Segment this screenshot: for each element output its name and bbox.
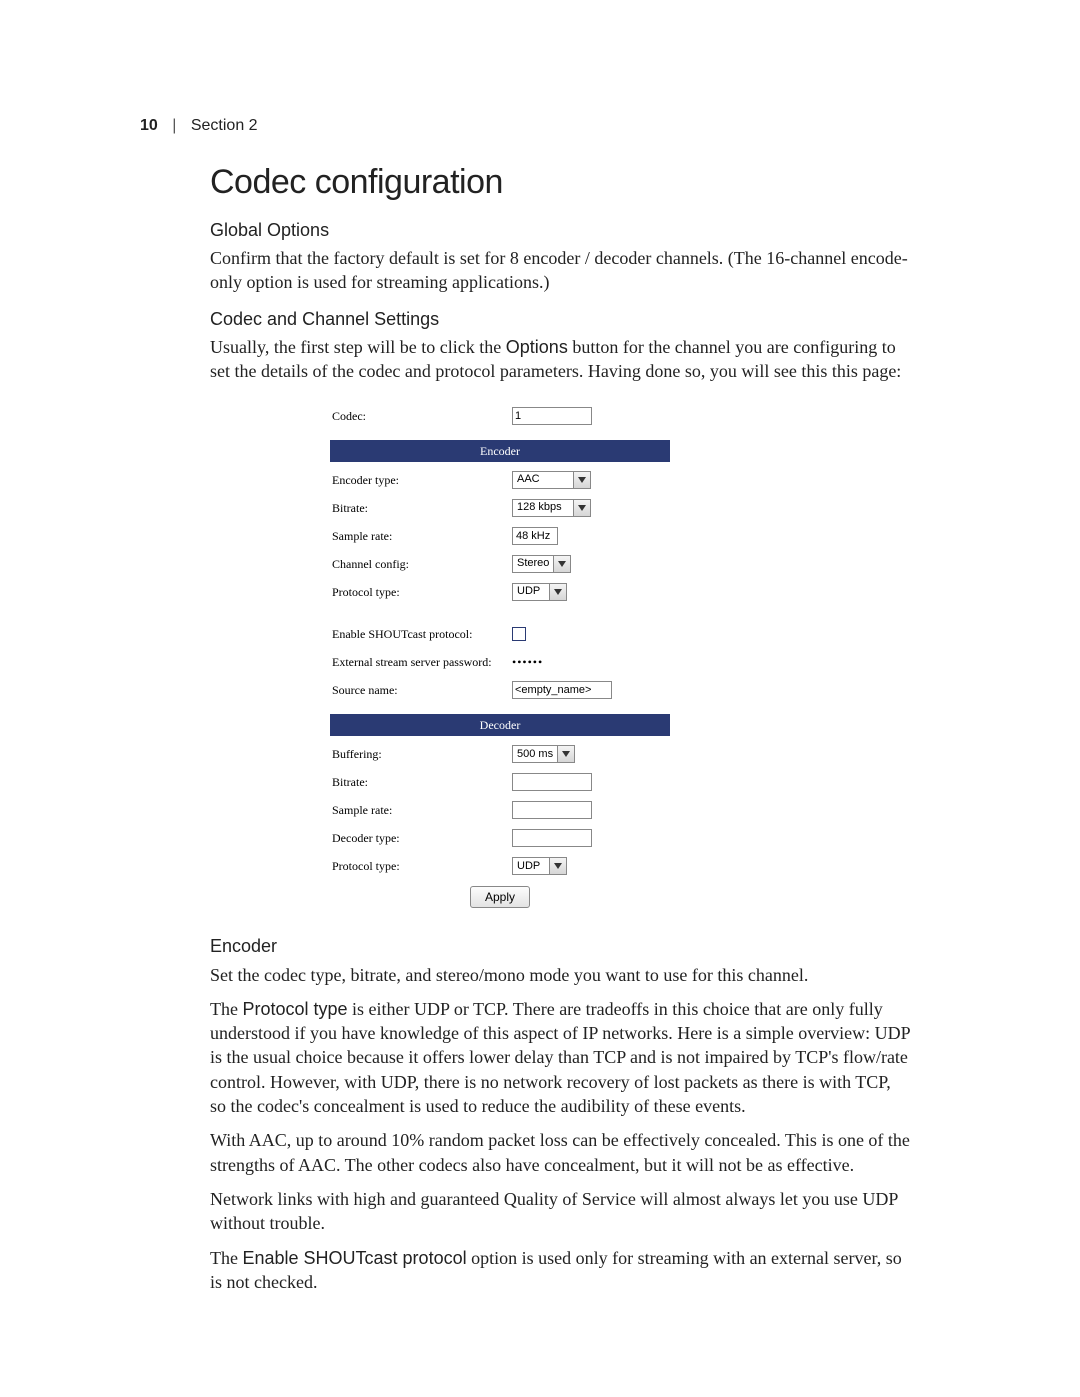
row-encoder-type: Encoder type: AAC — [330, 466, 670, 494]
label-decoder-samplerate: Sample rate: — [332, 802, 512, 818]
decoder-section-header: Decoder — [330, 714, 670, 736]
label-encoder-bitrate: Bitrate: — [332, 500, 512, 516]
chevron-down-icon — [557, 746, 574, 762]
chevron-down-icon — [549, 858, 566, 874]
codec-options-form: Codec: Encoder Encoder type: AAC Bitrate… — [330, 402, 670, 911]
content-body: Codec configuration Global Options Confi… — [210, 160, 910, 1294]
heading-codec-channel: Codec and Channel Settings — [210, 307, 910, 331]
heading-encoder: Encoder — [210, 934, 910, 958]
page-header: 10 | Section 2 — [140, 115, 258, 137]
page-number: 10 — [140, 117, 158, 134]
text: The — [210, 999, 242, 1019]
para-encoder-5: The Enable SHOUTcast protocol option is … — [210, 1246, 910, 1295]
label-decoder-protocol: Protocol type: — [332, 858, 512, 874]
para-encoder-2: The Protocol type is either UDP or TCP. … — [210, 997, 910, 1118]
para-codec-channel: Usually, the first step will be to click… — [210, 335, 910, 384]
label-source-name: Source name: — [332, 682, 512, 698]
protocol-type-ref: Protocol type — [242, 999, 347, 1019]
row-source-name: Source name: — [330, 676, 670, 704]
decoder-buffering-value: 500 ms — [513, 747, 557, 762]
row-shoutcast: Enable SHOUTcast protocol: — [330, 620, 670, 648]
channel-config-select[interactable]: Stereo — [512, 555, 571, 573]
row-decoder-protocol: Protocol type: UDP — [330, 852, 670, 880]
text: Usually, the first step will be to click… — [210, 337, 506, 357]
chevron-down-icon — [553, 556, 570, 572]
row-decoder-bitrate: Bitrate: — [330, 768, 670, 796]
label-decoder-type: Decoder type: — [332, 830, 512, 846]
label-shoutcast: Enable SHOUTcast protocol: — [332, 626, 512, 642]
encoder-protocol-select[interactable]: UDP — [512, 583, 567, 601]
ext-password-value: •••••• — [512, 654, 543, 670]
para-encoder-4: Network links with high and guaranteed Q… — [210, 1187, 910, 1236]
encoder-protocol-value: UDP — [513, 584, 549, 599]
label-codec: Codec: — [332, 408, 512, 424]
options-button-ref: Options — [506, 337, 568, 357]
row-encoder-protocol: Protocol type: UDP — [330, 578, 670, 606]
row-channel-config: Channel config: Stereo — [330, 550, 670, 578]
encoder-section-header: Encoder — [330, 440, 670, 462]
chevron-down-icon — [573, 500, 590, 516]
encoder-type-value: AAC — [513, 472, 573, 487]
encoder-samplerate-value: 48 kHz — [512, 527, 558, 545]
label-encoder-samplerate: Sample rate: — [332, 528, 512, 544]
apply-button[interactable]: Apply — [470, 886, 530, 908]
page-title: Codec configuration — [210, 160, 910, 206]
para-global-options: Confirm that the factory default is set … — [210, 246, 910, 295]
label-channel-config: Channel config: — [332, 556, 512, 572]
text: The — [210, 1248, 242, 1268]
label-decoder-buffering: Buffering: — [332, 746, 512, 762]
source-name-input[interactable] — [512, 681, 612, 699]
codec-input[interactable] — [512, 407, 592, 425]
shoutcast-checkbox[interactable] — [512, 627, 526, 641]
row-decoder-type: Decoder type: — [330, 824, 670, 852]
decoder-protocol-value: UDP — [513, 859, 549, 874]
channel-config-value: Stereo — [513, 556, 553, 571]
decoder-type-input[interactable] — [512, 829, 592, 847]
heading-global-options: Global Options — [210, 218, 910, 242]
encoder-bitrate-value: 128 kbps — [513, 500, 573, 515]
label-ext-password: External stream server password: — [332, 654, 512, 670]
chevron-down-icon — [573, 472, 590, 488]
row-codec: Codec: — [330, 402, 670, 430]
row-ext-password: External stream server password: •••••• — [330, 648, 670, 676]
header-separator: | — [172, 115, 176, 137]
document-page: 10 | Section 2 Codec configuration Globa… — [0, 0, 1080, 1397]
shoutcast-option-ref: Enable SHOUTcast protocol — [242, 1248, 466, 1268]
encoder-type-select[interactable]: AAC — [512, 471, 591, 489]
decoder-samplerate-input[interactable] — [512, 801, 592, 819]
encoder-bitrate-select[interactable]: 128 kbps — [512, 499, 591, 517]
decoder-buffering-select[interactable]: 500 ms — [512, 745, 575, 763]
decoder-protocol-select[interactable]: UDP — [512, 857, 567, 875]
row-decoder-buffering: Buffering: 500 ms — [330, 740, 670, 768]
para-encoder-3: With AAC, up to around 10% random packet… — [210, 1128, 910, 1177]
row-encoder-bitrate: Bitrate: 128 kbps — [330, 494, 670, 522]
row-decoder-samplerate: Sample rate: — [330, 796, 670, 824]
para-encoder-1: Set the codec type, bitrate, and stereo/… — [210, 963, 910, 987]
section-label: Section 2 — [191, 117, 258, 134]
decoder-bitrate-input[interactable] — [512, 773, 592, 791]
label-encoder-protocol: Protocol type: — [332, 584, 512, 600]
label-encoder-type: Encoder type: — [332, 472, 512, 488]
label-decoder-bitrate: Bitrate: — [332, 774, 512, 790]
chevron-down-icon — [549, 584, 566, 600]
row-encoder-samplerate: Sample rate: 48 kHz — [330, 522, 670, 550]
